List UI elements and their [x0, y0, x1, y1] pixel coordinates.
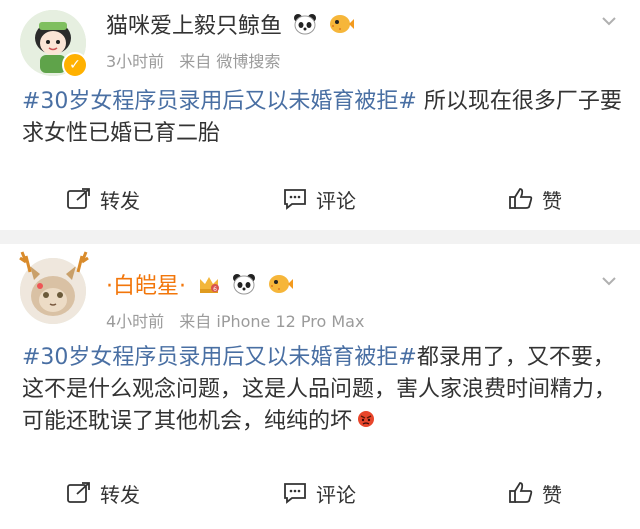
pufferfish-icon: [267, 273, 293, 301]
like-button[interactable]: 赞: [508, 182, 562, 216]
post-time: 3小时前: [106, 52, 165, 71]
chevron-down-icon[interactable]: [600, 12, 618, 30]
svg-text:6: 6: [213, 286, 217, 293]
repost-label: 转发: [100, 188, 140, 213]
post-source[interactable]: 来自 微博搜索: [179, 52, 280, 71]
like-icon: [509, 188, 533, 209]
like-button[interactable]: 赞: [508, 476, 562, 510]
comment-icon: [284, 189, 306, 210]
antler-decoration: [18, 250, 90, 278]
verified-icon: ✓: [62, 52, 88, 78]
like-label: 赞: [542, 188, 562, 213]
post-meta: 3小时前 来自 微博搜索: [106, 48, 290, 72]
hashtag-link[interactable]: #30岁女程序员录用后又以未婚育被拒#: [22, 89, 417, 114]
hashtag-link[interactable]: #30岁女程序员录用后又以未婚育被拒#: [22, 345, 417, 370]
angry-face-icon: [356, 406, 376, 438]
post-actions: 转发 评论 赞: [0, 182, 640, 216]
repost-label: 转发: [100, 482, 140, 507]
panda-icon: [293, 13, 317, 41]
crown-badge-icon: 6: [197, 273, 221, 301]
post-time: 4小时前: [106, 312, 165, 331]
username[interactable]: ·白皑星· 6: [106, 268, 293, 301]
comment-button[interactable]: 评论: [282, 476, 356, 510]
post-content: #30岁女程序员录用后又以未婚育被拒# 所以现在很多厂子要求女性已婚已育二胎: [22, 86, 622, 150]
chevron-down-icon[interactable]: [600, 272, 618, 290]
comment-icon: [284, 483, 306, 504]
user-avatar[interactable]: ✓: [20, 10, 88, 78]
post-divider: [0, 230, 640, 244]
comment-button[interactable]: 评论: [282, 182, 356, 216]
post-actions: 转发 评论 赞: [0, 476, 640, 510]
comment-label: 评论: [316, 188, 356, 213]
like-icon: [509, 482, 533, 503]
post-content: #30岁女程序员录用后又以未婚育被拒#都录用了，又不要，这不是什么观念问题，这是…: [22, 342, 622, 438]
repost-button[interactable]: 转发: [66, 182, 140, 216]
comment-label: 评论: [316, 482, 356, 507]
post-card: ✓ 猫咪爱上毅只鲸鱼 3小时前 来自 微博搜索 #30岁女程序员录用后又以未婚育…: [0, 0, 640, 230]
repost-icon: [67, 188, 90, 209]
username[interactable]: 猫咪爱上毅只鲸鱼: [106, 8, 355, 41]
pufferfish-icon: [328, 13, 355, 41]
panda-icon: [232, 273, 256, 301]
post-meta: 4小时前 来自 iPhone 12 Pro Max: [106, 308, 374, 332]
weibo-feed: ✓ 猫咪爱上毅只鲸鱼 3小时前 来自 微博搜索 #30岁女程序员录用后又以未婚育…: [0, 0, 640, 529]
like-label: 赞: [542, 482, 562, 507]
repost-button[interactable]: 转发: [66, 476, 140, 510]
repost-icon: [67, 482, 90, 503]
post-source[interactable]: 来自 iPhone 12 Pro Max: [179, 312, 364, 331]
